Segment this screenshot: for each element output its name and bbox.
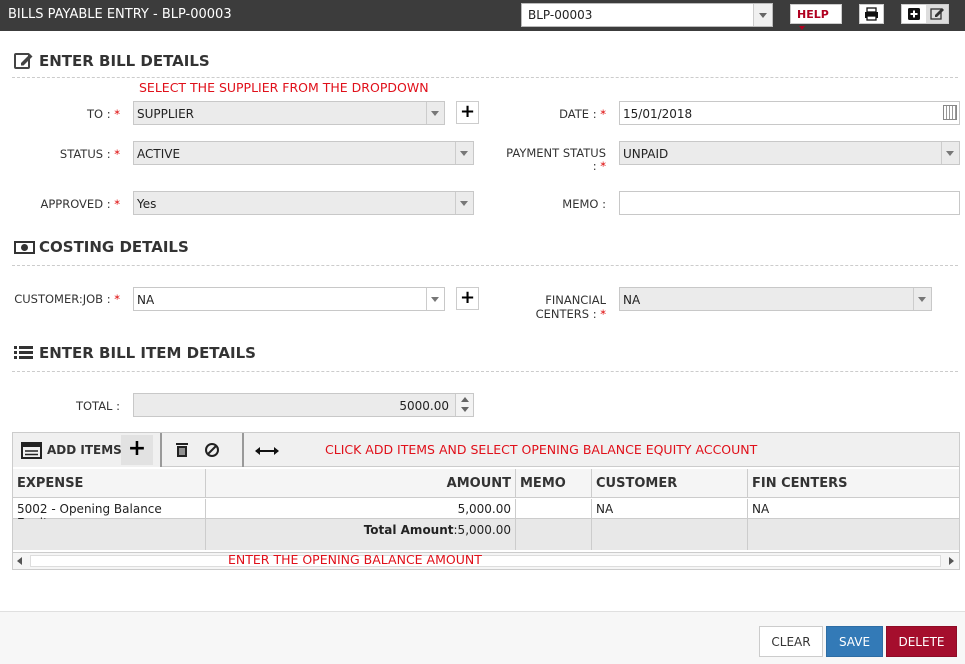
- chevron-down-icon[interactable]: [455, 142, 473, 164]
- amount-hint: ENTER THE OPENING BALANCE AMOUNT: [228, 552, 482, 567]
- total-amount-label: Total Amount: [363, 523, 454, 537]
- payment-status-value: UNPAID: [623, 147, 669, 161]
- bill-items-title: ENTER BILL ITEM DETAILS: [39, 344, 256, 362]
- table-cell-fin-centers[interactable]: NA: [748, 499, 959, 519]
- financial-centers-label: FINANCIAL CENTERS : *: [535, 293, 606, 321]
- clear-button[interactable]: CLEAR: [759, 626, 823, 657]
- financial-centers-select[interactable]: NA: [619, 287, 932, 311]
- add-items-hint: CLICK ADD ITEMS AND SELECT OPENING BALAN…: [325, 442, 758, 457]
- help-label: HELP: [797, 8, 829, 21]
- grid-toolbar: ADD ITEMS + CLICK ADD ITEMS AND SELECT O…: [13, 433, 959, 467]
- status-label: STATUS : *: [59, 147, 120, 161]
- table-cell-amount[interactable]: 5,000.00: [206, 499, 516, 519]
- customer-job-label: CUSTOMER:JOB : *: [14, 292, 120, 306]
- total-label: TOTAL :: [75, 399, 120, 413]
- calendar-icon[interactable]: [943, 105, 957, 120]
- save-button[interactable]: SAVE: [826, 626, 883, 657]
- column-header-memo[interactable]: MEMO: [516, 469, 592, 498]
- grid-footer-cell: [748, 519, 959, 550]
- spinner-icon[interactable]: [455, 394, 473, 416]
- divider: [12, 371, 958, 372]
- table-icon: [21, 442, 42, 459]
- delete-button[interactable]: DELETE: [886, 626, 957, 657]
- plus-square-icon[interactable]: [903, 5, 926, 23]
- money-icon: [14, 241, 35, 254]
- supplier-select-value: SUPPLIER: [137, 107, 195, 121]
- column-header-expense[interactable]: EXPENSE: [13, 469, 206, 498]
- date-label: DATE : *: [559, 107, 606, 121]
- new-edit-toggle[interactable]: [901, 4, 949, 24]
- add-items-button[interactable]: ADD ITEMS +: [13, 433, 162, 467]
- resize-columns-button[interactable]: [244, 433, 286, 467]
- customer-job-select[interactable]: NA: [133, 287, 445, 311]
- payment-status-select[interactable]: UNPAID: [619, 141, 960, 165]
- horizontal-scrollbar[interactable]: [13, 552, 959, 569]
- caret-down-icon: [799, 26, 805, 30]
- total-input[interactable]: 5000.00: [133, 393, 474, 417]
- table-cell-customer[interactable]: NA: [592, 499, 748, 519]
- to-label: TO : *: [86, 107, 120, 121]
- customer-job-value: NA: [137, 293, 155, 307]
- supplier-select[interactable]: SUPPLIER: [133, 101, 445, 125]
- record-select[interactable]: BLP-00003: [521, 3, 773, 27]
- add-supplier-button[interactable]: +: [456, 101, 479, 124]
- resize-horizontal-icon[interactable]: [254, 444, 280, 458]
- divider: [12, 77, 958, 78]
- chevron-down-icon[interactable]: [426, 288, 444, 310]
- edit-icon[interactable]: [926, 5, 948, 23]
- table-cell-memo[interactable]: [516, 499, 592, 519]
- total-value: 5000.00: [399, 399, 449, 413]
- chevron-down-icon[interactable]: [753, 4, 772, 26]
- approved-select[interactable]: Yes: [133, 191, 474, 215]
- add-items-label: ADD ITEMS: [47, 443, 122, 457]
- chevron-down-icon[interactable]: [455, 192, 473, 214]
- cancel-icon[interactable]: [204, 442, 222, 460]
- add-customer-button[interactable]: +: [456, 287, 479, 310]
- list-icon: [14, 346, 33, 359]
- grid-footer-cell: [592, 519, 748, 550]
- financial-centers-value: NA: [623, 293, 641, 307]
- scrollbar-thumb[interactable]: [30, 555, 941, 567]
- approved-select-value: Yes: [137, 197, 157, 211]
- footer-bar: CLEAR SAVE DELETE: [0, 611, 965, 664]
- memo-label: MEMO :: [562, 197, 606, 211]
- date-input[interactable]: 15/01/2018: [619, 101, 960, 125]
- column-header-amount[interactable]: AMOUNT: [206, 469, 516, 498]
- trash-icon[interactable]: [174, 441, 190, 459]
- total-amount-value: :5,000.00: [453, 523, 511, 537]
- page-title: BILLS PAYABLE ENTRY - BLP-00003: [8, 7, 232, 22]
- status-select-value: ACTIVE: [137, 147, 181, 161]
- grid-footer-cell: [516, 519, 592, 550]
- column-header-fin-centers[interactable]: FIN CENTERS: [748, 469, 959, 498]
- table-cell-expense[interactable]: 5002 - Opening Balance Equity: [13, 499, 206, 530]
- chevron-down-icon[interactable]: [941, 142, 959, 164]
- divider: [12, 265, 958, 266]
- plus-icon[interactable]: +: [121, 435, 153, 465]
- edit-note-icon: [14, 53, 33, 69]
- scroll-right-icon[interactable]: [949, 557, 954, 565]
- date-value: 15/01/2018: [623, 107, 693, 121]
- chevron-down-icon[interactable]: [913, 288, 931, 310]
- payment-status-label: PAYMENT STATUS: *: [506, 146, 606, 173]
- record-select-value: BLP-00003: [528, 8, 593, 22]
- memo-input[interactable]: [619, 191, 960, 215]
- grid-actions: [162, 433, 244, 467]
- bill-details-title: ENTER BILL DETAILS: [39, 52, 210, 70]
- print-button[interactable]: [859, 4, 884, 24]
- status-select[interactable]: ACTIVE: [133, 141, 474, 165]
- approved-label: APPROVED : *: [40, 197, 120, 211]
- help-button[interactable]: HELP: [790, 4, 842, 30]
- chevron-down-icon[interactable]: [426, 102, 444, 124]
- total-amount-cell: Total Amount:5,000.00: [206, 519, 516, 550]
- printer-icon: [865, 7, 878, 21]
- title-bar: BILLS PAYABLE ENTRY - BLP-00003 BLP-0000…: [0, 0, 965, 31]
- scroll-left-icon[interactable]: [17, 557, 22, 565]
- grid-footer-cell: [13, 519, 206, 550]
- column-header-customer[interactable]: CUSTOMER: [592, 469, 748, 498]
- supplier-hint: SELECT THE SUPPLIER FROM THE DROPDOWN: [139, 80, 429, 95]
- costing-title: COSTING DETAILS: [39, 238, 189, 256]
- bill-items-grid: ADD ITEMS + CLICK ADD ITEMS AND SELECT O…: [12, 432, 960, 570]
